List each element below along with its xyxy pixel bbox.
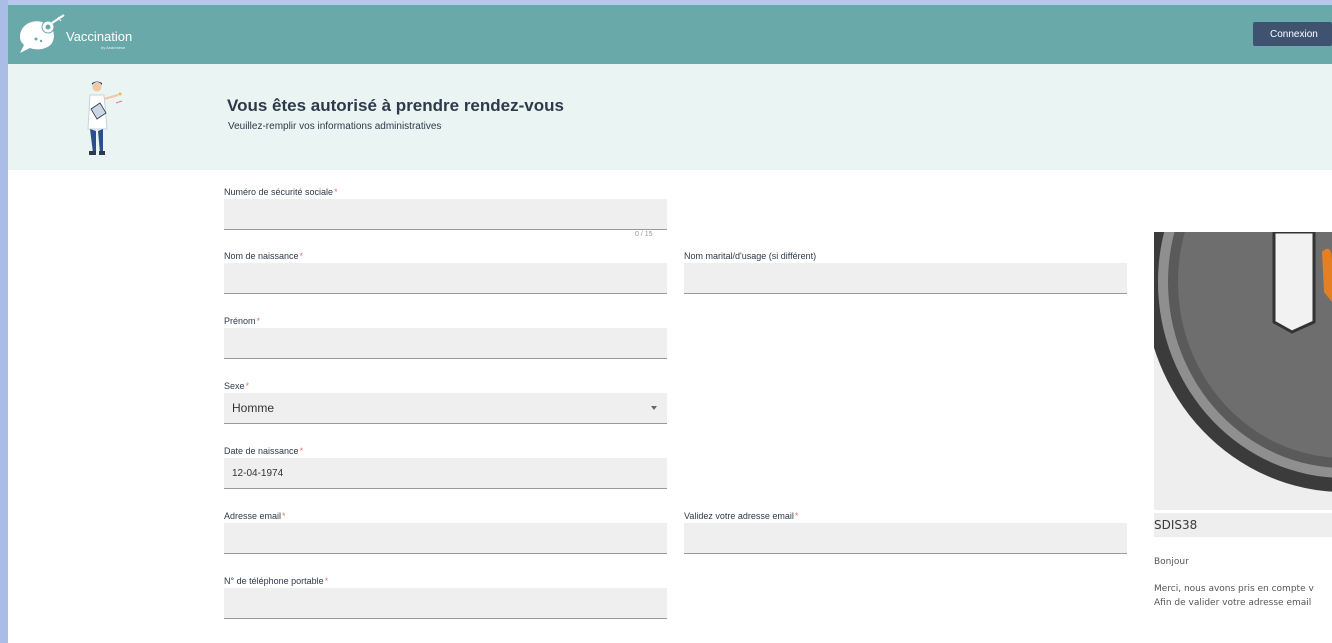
sex-label: Sexe* <box>224 381 249 391</box>
sex-select[interactable]: Homme <box>224 393 667 424</box>
birth-name-input[interactable] <box>224 263 667 294</box>
social-security-label-text: Numéro de sécurité sociale <box>224 187 334 197</box>
login-button[interactable]: Connexion <box>1253 22 1332 46</box>
required-mark: * <box>256 316 261 326</box>
required-mark: * <box>794 511 799 521</box>
required-mark: * <box>282 511 286 521</box>
sdis38-logo-image <box>1154 232 1332 510</box>
mobile-input[interactable] <box>224 588 667 619</box>
app-vendor: by Anamnese <box>101 45 126 50</box>
vaccination-logo-icon <box>20 14 65 53</box>
info-banner: Vous êtes autorisé à prendre rendez-vous… <box>8 64 1332 170</box>
app-window: Vaccination by Anamnese Connexion Vous ê… <box>8 5 1332 643</box>
email-input[interactable] <box>224 523 667 554</box>
badge-emblem-icon <box>1154 232 1332 510</box>
birth-date-label: Date de naissance* <box>224 446 303 456</box>
social-security-input[interactable] <box>224 199 667 230</box>
first-name-label-text: Prénom <box>224 316 256 326</box>
first-name-label: Prénom* <box>224 316 260 326</box>
required-mark: * <box>324 576 329 586</box>
mobile-label: N° de téléphone portable* <box>224 576 328 586</box>
email-label-text: Adresse email <box>224 511 282 521</box>
top-header: Vaccination by Anamnese Connexion <box>8 5 1332 64</box>
message-line-2: Afin de valider votre adresse email <box>1154 598 1312 608</box>
email-confirm-label: Validez votre adresse email* <box>684 511 798 521</box>
birth-name-label: Nom de naissance* <box>224 251 303 261</box>
required-mark: * <box>299 251 304 261</box>
greeting-text: Bonjour <box>1154 557 1189 567</box>
email-confirm-input[interactable] <box>684 523 1127 554</box>
married-name-input[interactable] <box>684 263 1127 294</box>
sender-title: SDIS38 <box>1154 513 1332 537</box>
email-confirm-label-text: Validez votre adresse email <box>684 511 794 521</box>
birth-name-label-text: Nom de naissance <box>224 251 299 261</box>
email-label: Adresse email* <box>224 511 286 521</box>
page-subtitle: Veuillez-remplir vos informations admini… <box>228 121 442 132</box>
required-mark: * <box>299 446 304 456</box>
social-security-label: Numéro de sécurité sociale* <box>224 187 338 197</box>
doctor-illustration-icon <box>87 81 123 155</box>
sex-label-text: Sexe <box>224 381 245 391</box>
required-mark: * <box>245 381 250 391</box>
mobile-label-text: N° de téléphone portable <box>224 576 324 586</box>
birth-date-input[interactable] <box>224 458 667 489</box>
birth-date-label-text: Date de naissance <box>224 446 299 456</box>
message-line-1: Merci, nous avons pris en compte v <box>1154 584 1314 594</box>
sex-selected-value: Homme <box>232 401 275 415</box>
first-name-input[interactable] <box>224 328 667 359</box>
required-mark: * <box>334 187 338 197</box>
outer-frame-left <box>0 0 8 643</box>
page-title: Vous êtes autorisé à prendre rendez-vous <box>227 96 564 115</box>
caret-down-icon <box>651 406 657 410</box>
social-security-counter: 0 / 15 <box>635 231 653 238</box>
app-name: Vaccination <box>66 29 133 44</box>
married-name-label: Nom marital/d'usage (si différent) <box>684 251 817 261</box>
